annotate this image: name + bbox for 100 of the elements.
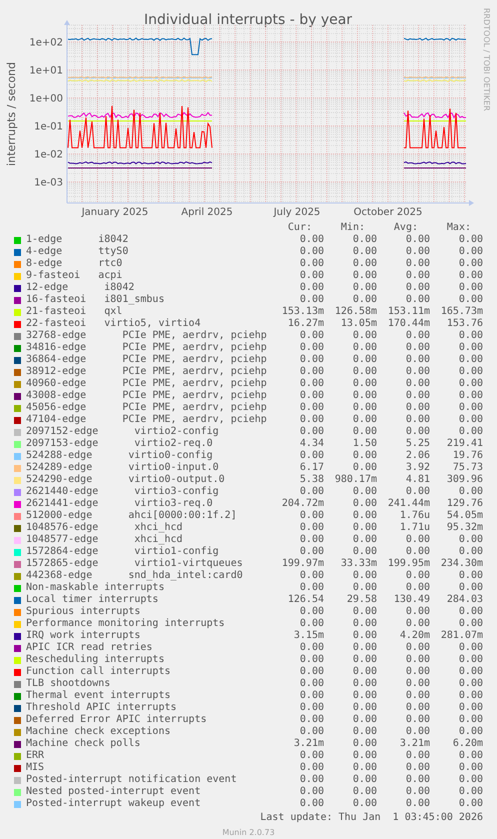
value-text: 0.00 xyxy=(352,282,377,294)
legend-label: Deferred Error APIC interrupts xyxy=(26,714,207,725)
value-text: 129.76 xyxy=(446,498,483,510)
x-tick-label: January 2025 xyxy=(82,207,148,218)
value-text: 153.76 xyxy=(446,318,483,330)
y-axis-label: interrupts / second xyxy=(5,62,18,166)
value-text: 0.00 xyxy=(458,234,483,246)
value-text: 0.00 xyxy=(352,294,377,306)
value-text: 0.00 xyxy=(352,330,377,342)
x-tick-label: April 2025 xyxy=(181,207,233,218)
value-text: 0.00 xyxy=(406,390,430,402)
value-text: 0.00 xyxy=(406,570,430,582)
value-text: 0.00 xyxy=(352,714,377,726)
legend-label: 22-fasteoi virtio5, virtio4 xyxy=(26,318,201,329)
value-text: 0.00 xyxy=(352,234,377,246)
legend-label: Spurious interrupts xyxy=(26,606,140,617)
value-text: 0.00 xyxy=(352,642,377,654)
value-text: 0.00 xyxy=(458,342,483,354)
value-text: 165.73m xyxy=(440,306,483,318)
legend-label: 9-fasteoi acpi xyxy=(26,270,122,281)
y-tick-label: 1e-01 xyxy=(34,122,63,132)
value-text: 0.00 xyxy=(352,450,377,462)
value-text: 3.92 xyxy=(406,462,430,474)
value-text: 0.00 xyxy=(300,378,324,390)
column-header: Max: xyxy=(446,222,471,234)
value-text: 0.00 xyxy=(458,654,483,666)
value-text: 0.00 xyxy=(458,426,483,438)
legend-label: Posted-interrupt notification event xyxy=(26,774,237,785)
value-text: 284.03 xyxy=(446,594,483,606)
value-text: 0.00 xyxy=(352,786,377,798)
legend-label: 2621440-edge virtio3-config xyxy=(26,486,219,497)
value-text: 0.00 xyxy=(300,690,324,702)
value-text: 0.00 xyxy=(352,606,377,618)
value-text: 0.00 xyxy=(406,774,430,786)
value-text: 0.00 xyxy=(300,294,324,306)
value-text: 0.00 xyxy=(352,798,377,810)
value-text: 4.81 xyxy=(406,474,430,486)
value-text: 0.00 xyxy=(352,678,377,690)
value-text: 0.00 xyxy=(300,606,324,618)
legend-label: 32768-edge PCIe PME, aerdrv, pciehp xyxy=(26,330,267,341)
value-text: 16.27m xyxy=(288,318,324,330)
value-text: 0.00 xyxy=(300,270,324,282)
value-text: 0.00 xyxy=(458,702,483,714)
value-text: 0.00 xyxy=(352,690,377,702)
value-text: 5.38 xyxy=(300,474,324,486)
value-text: 0.00 xyxy=(406,726,430,738)
legend-label: 36864-edge PCIe PME, aerdrv, pciehp xyxy=(26,354,267,365)
credit-text: RRDTOOL / TOBI OETIKER xyxy=(482,8,491,112)
column-header: Avg: xyxy=(394,222,418,234)
value-text: 0.00 xyxy=(406,486,430,498)
legend-label: Performance monitoring interrupts xyxy=(26,618,225,629)
legend-label: 38912-edge PCIe PME, aerdrv, pciehp xyxy=(26,366,267,377)
value-text: 0.00 xyxy=(352,258,377,270)
value-text: 0.00 xyxy=(352,390,377,402)
value-text: 29.58 xyxy=(346,594,377,606)
value-text: 0.00 xyxy=(352,342,377,354)
value-text: 1.50 xyxy=(352,438,377,450)
value-text: 0.00 xyxy=(300,714,324,726)
value-text: 199.97m xyxy=(282,558,324,570)
value-text: 0.00 xyxy=(458,582,483,594)
value-text: 219.41 xyxy=(446,438,483,450)
value-text: 3.21m xyxy=(400,738,430,750)
value-text: 126.58m xyxy=(334,306,377,318)
legend-label: APIC ICR read retries xyxy=(26,642,152,653)
value-text: 0.00 xyxy=(458,246,483,258)
legend-label: 40960-edge PCIe PME, aerdrv, pciehp xyxy=(26,378,267,389)
value-text: 0.00 xyxy=(352,486,377,498)
value-text: 0.00 xyxy=(300,414,324,426)
value-text: 0.00 xyxy=(406,270,430,282)
value-text: 0.00 xyxy=(300,510,324,522)
legend-label: 512000-edge ahci[0000:00:1f.2] xyxy=(26,510,237,521)
value-text: 0.00 xyxy=(458,330,483,342)
value-text: 2.06 xyxy=(406,450,430,462)
value-text: 241.44m xyxy=(388,498,430,510)
legend-label: 1048577-edge xhci_hcd xyxy=(26,534,183,545)
value-text: 980.17m xyxy=(334,474,377,486)
value-text: 6.20m xyxy=(452,738,483,750)
value-text: 0.00 xyxy=(300,798,324,810)
value-text: 0.00 xyxy=(458,618,483,630)
value-text: 0.00 xyxy=(300,366,324,378)
value-text: 0.00 xyxy=(406,330,430,342)
legend-label: Threshold APIC interrupts xyxy=(26,702,177,713)
legend-label: 1048576-edge xhci_hcd xyxy=(26,522,183,533)
value-text: 0.00 xyxy=(352,546,377,558)
value-text: 0.00 xyxy=(300,570,324,582)
value-text: 0.00 xyxy=(300,486,324,498)
value-text: 0.00 xyxy=(458,726,483,738)
value-text: 0.00 xyxy=(458,258,483,270)
value-text: 0.00 xyxy=(352,462,377,474)
value-text: 204.72m xyxy=(282,498,324,510)
legend-label: TLB shootdowns xyxy=(26,678,110,689)
legend-label: Function call interrupts xyxy=(26,666,170,677)
value-text: 0.00 xyxy=(406,606,430,618)
column-header: Cur: xyxy=(288,222,312,234)
value-text: 0.00 xyxy=(352,630,377,642)
value-text: 0.00 xyxy=(406,750,430,762)
value-text: 0.00 xyxy=(458,714,483,726)
value-text: 0.00 xyxy=(406,546,430,558)
value-text: 75.73 xyxy=(452,462,483,474)
legend-label: 34816-edge PCIe PME, aerdrv, pciehp xyxy=(26,342,267,353)
